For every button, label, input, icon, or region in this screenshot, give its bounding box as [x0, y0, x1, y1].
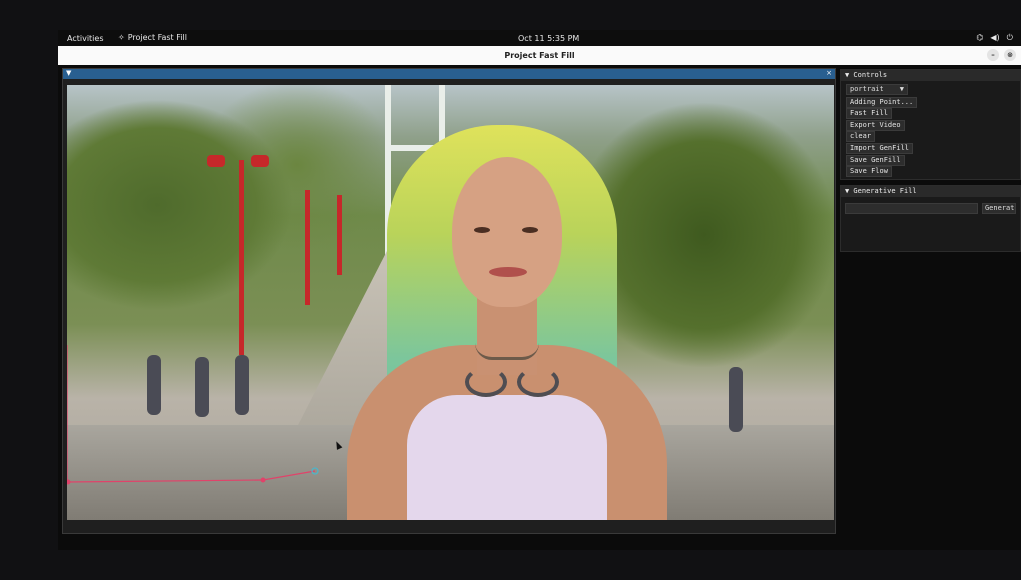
viewer-header[interactable]: ▼ ×	[63, 69, 835, 79]
generative-fill-panel: ▼ Generative Fill Generate	[840, 185, 1021, 252]
activities-button[interactable]: Activities	[67, 34, 104, 43]
mask-edge	[262, 470, 316, 481]
export-video-button[interactable]: Export Video	[846, 119, 905, 131]
adding-point-button[interactable]: Adding Point...	[846, 96, 918, 108]
collapse-icon[interactable]: ▼	[66, 69, 71, 77]
video-frame-canvas[interactable]	[67, 85, 834, 520]
clock[interactable]: Oct 11 5:35 PM	[518, 34, 579, 43]
volume-icon: ◀)	[990, 33, 1000, 42]
system-tray[interactable]: ⌬ ◀) ⏻	[976, 33, 1013, 42]
save-flow-button[interactable]: Save Flow	[846, 166, 892, 178]
mask-overlay[interactable]	[67, 85, 834, 520]
mask-point[interactable]	[260, 477, 266, 483]
app-menu-label: Project Fast Fill	[127, 33, 187, 42]
clear-button[interactable]: clear	[846, 131, 876, 143]
close-button[interactable]: ⊗	[1004, 49, 1016, 61]
network-icon: ⌬	[976, 33, 984, 42]
prompt-input[interactable]	[845, 203, 978, 214]
chevron-down-icon: ▼	[899, 85, 904, 93]
window-title-bar: Project Fast Fill – ⊗	[58, 46, 1021, 66]
app-menu[interactable]: ✧ Project Fast Fill	[118, 33, 187, 42]
mode-select[interactable]: portrait ▼	[846, 84, 908, 95]
generative-fill-header[interactable]: ▼ Generative Fill	[841, 186, 1020, 197]
import-genfill-button[interactable]: Import GenFill	[846, 142, 914, 154]
close-icon[interactable]: ×	[826, 69, 832, 77]
generate-button[interactable]: Generate	[981, 203, 1016, 214]
mode-select-value: portrait	[850, 85, 884, 93]
minimize-button[interactable]: –	[987, 49, 999, 61]
mask-point[interactable]	[67, 479, 71, 485]
controls-header[interactable]: ▼ Controls	[841, 70, 1020, 81]
controls-panel: ▼ Controls portrait ▼ Adding Point... Fa…	[840, 69, 1021, 180]
fast-fill-button[interactable]: Fast Fill	[846, 108, 892, 120]
power-icon: ⏻	[1006, 33, 1013, 42]
save-genfill-button[interactable]: Save GenFill	[846, 154, 905, 166]
image-viewer-panel: ▼ ×	[62, 68, 836, 534]
mask-edge	[67, 479, 264, 483]
window-title: Project Fast Fill	[504, 51, 575, 60]
app-icon: ✧	[118, 33, 125, 42]
os-top-bar: Activities ✧ Project Fast Fill Oct 11 5:…	[58, 30, 1021, 46]
